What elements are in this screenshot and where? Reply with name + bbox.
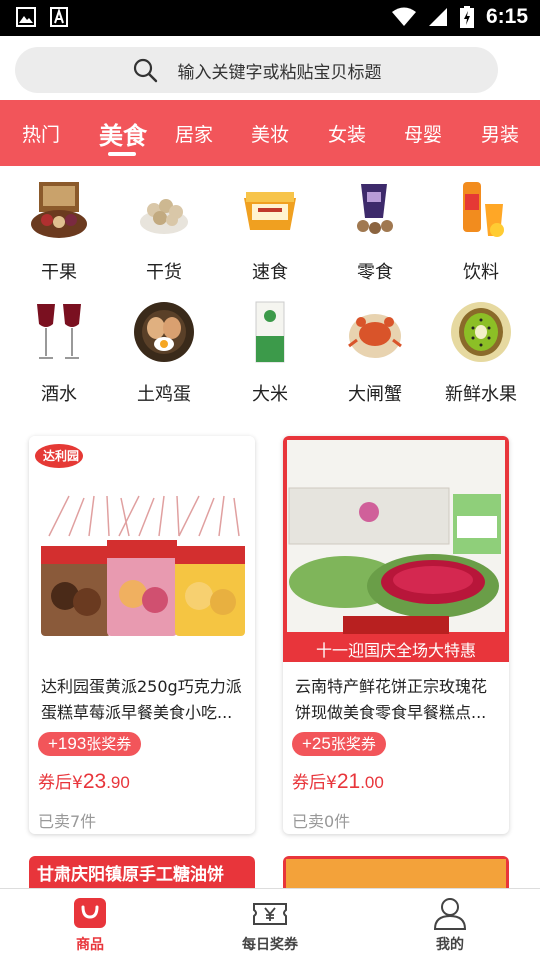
- category-label: 酒水: [41, 384, 77, 405]
- dry-goods-icon: [132, 178, 196, 242]
- product-card[interactable]: 达利园 达利园蛋黄派250g巧克力派蛋糕草莓派早餐美食小吃... +193 张奖…: [29, 436, 255, 834]
- category-label: 新鲜水果: [445, 384, 517, 405]
- image-icon: [16, 7, 36, 27]
- egg-icon: [132, 300, 196, 364]
- category-crab[interactable]: 大闸蟹: [325, 300, 425, 406]
- category-instant-food[interactable]: 速食: [220, 178, 320, 284]
- category-label: 大米: [252, 384, 288, 405]
- brand-logo: 达利园: [42, 449, 79, 463]
- product-card[interactable]: 十一迎国庆全场大特惠 云南特产鲜花饼正宗玫瑰花饼现做美食零食早餐糕点... +2…: [283, 436, 509, 834]
- kiwi-icon: [449, 300, 513, 364]
- nav-profile[interactable]: 我的: [390, 889, 510, 960]
- shopping-bag-icon: [72, 896, 108, 930]
- nav-label: 每日奖券: [242, 937, 298, 953]
- product-title: 云南特产鲜花饼正宗玫瑰花饼现做美食零食早餐糕点...: [295, 677, 488, 722]
- nav-label: 我的: [436, 937, 464, 953]
- reward-unit: 张奖券: [330, 735, 376, 753]
- price-integer: 21: [336, 770, 361, 793]
- product-image: 十一迎国庆全场大特惠: [283, 436, 509, 662]
- category-snack[interactable]: 零食: [325, 178, 425, 284]
- reward-unit: 张奖券: [86, 735, 132, 753]
- crab-icon: [343, 300, 407, 364]
- category-label: 饮料: [463, 262, 499, 283]
- search-icon: [133, 58, 157, 83]
- active-tab-indicator: [108, 152, 136, 156]
- category-fresh-fruit[interactable]: 新鲜水果: [431, 300, 531, 406]
- drink-icon: [449, 178, 513, 242]
- reward-count: +193: [48, 734, 87, 753]
- promo-banner: 十一迎国庆全场大特惠: [315, 641, 476, 660]
- rice-icon: [238, 300, 302, 364]
- person-icon: [432, 896, 468, 930]
- category-label: 大闸蟹: [348, 384, 402, 405]
- tab-home[interactable]: 居家: [159, 100, 229, 166]
- search-bar: 输入关键字或粘贴宝贝标题: [0, 36, 540, 100]
- category-egg[interactable]: 土鸡蛋: [114, 300, 214, 406]
- category-label: 速食: [252, 262, 288, 283]
- nav-products[interactable]: 商品: [30, 889, 150, 960]
- dried-fruit-icon: [27, 178, 91, 242]
- reward-badge: +193 张奖券: [38, 732, 142, 756]
- price-integer: 23: [82, 770, 107, 793]
- category-tabs: 热门 美食 居家 美妆 女装 母婴 男装: [0, 100, 540, 166]
- font-icon: [50, 7, 68, 27]
- wifi-icon: [391, 7, 416, 27]
- signal-icon: [428, 7, 448, 27]
- search-placeholder: 输入关键字或粘贴宝贝标题: [177, 62, 382, 83]
- price-decimal: .00: [360, 773, 384, 792]
- category-label: 干果: [41, 262, 77, 283]
- tab-food[interactable]: 美食: [88, 100, 158, 166]
- tab-men[interactable]: 男装: [465, 100, 535, 166]
- clock: 6:15: [485, 5, 528, 28]
- category-drink[interactable]: 饮料: [431, 178, 531, 284]
- category-rice[interactable]: 大米: [220, 300, 320, 406]
- snack-icon: [343, 178, 407, 242]
- tab-baby[interactable]: 母婴: [388, 100, 458, 166]
- category-dry-goods[interactable]: 干货: [114, 178, 214, 284]
- price-decimal: .90: [106, 773, 130, 792]
- instant-food-icon: [238, 178, 302, 242]
- product-image: 达利园: [29, 436, 255, 662]
- search-input[interactable]: 输入关键字或粘贴宝贝标题: [15, 47, 498, 93]
- reward-badge: +25 张奖券: [292, 732, 386, 756]
- category-label: 零食: [357, 262, 393, 283]
- nav-label: 商品: [76, 937, 104, 953]
- battery-icon: [459, 6, 474, 28]
- category-dried-fruit[interactable]: 干果: [9, 178, 109, 284]
- price-prefix: 券后¥: [38, 773, 83, 793]
- tab-women[interactable]: 女装: [312, 100, 382, 166]
- sold-count: 已卖0件: [292, 812, 351, 831]
- nav-daily-tickets[interactable]: 每日奖券: [210, 889, 330, 960]
- tab-beauty[interactable]: 美妆: [235, 100, 305, 166]
- price: 券后¥ 21 .00: [292, 768, 384, 794]
- sold-count: 已卖7件: [38, 812, 97, 831]
- product-title: 达利园蛋黄派250g巧克力派蛋糕草莓派早餐美食小吃...: [41, 677, 242, 722]
- ticket-icon: [252, 896, 288, 930]
- tab-hot[interactable]: 热门: [6, 100, 76, 166]
- reward-count: +25: [302, 734, 331, 753]
- bottom-nav: 商品 每日奖券 我的: [0, 888, 540, 960]
- category-label: 干货: [146, 262, 182, 283]
- category-label: 土鸡蛋: [137, 384, 191, 405]
- price: 券后¥ 23 .90: [38, 768, 130, 794]
- wine-icon: [27, 300, 91, 364]
- promo-banner: 甘肃庆阳镇原手工糖油饼: [37, 865, 224, 885]
- category-wine[interactable]: 酒水: [9, 300, 109, 406]
- price-prefix: 券后¥: [292, 773, 337, 793]
- status-bar: 6:15: [0, 0, 540, 36]
